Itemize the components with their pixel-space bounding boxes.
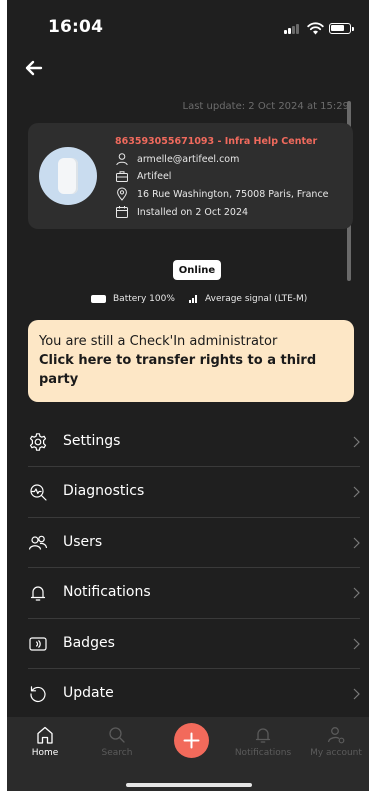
phone-screen: 16:04 Last update: 2 Oct 2024 at 15:29 8… bbox=[7, 0, 369, 791]
search-icon bbox=[109, 727, 125, 743]
wifi-icon bbox=[307, 22, 324, 35]
menu-item-diagnostics[interactable]: Diagnostics bbox=[28, 467, 360, 518]
users-icon bbox=[28, 535, 48, 550]
device-installed-date: Installed on 2 Oct 2024 bbox=[137, 206, 249, 218]
bell-icon bbox=[255, 728, 271, 743]
diagnostics-icon bbox=[30, 484, 47, 501]
cellular-signal-icon bbox=[284, 24, 302, 34]
transfer-admin-rights-banner[interactable]: You are still a Check'In administrator C… bbox=[28, 320, 354, 402]
device-title: 863593055671093 - Infra Help Center bbox=[115, 136, 318, 147]
calendar-icon bbox=[116, 206, 128, 218]
chevron-right-icon bbox=[353, 537, 360, 549]
battery-icon bbox=[91, 295, 106, 303]
menu-label-update: Update bbox=[63, 684, 114, 701]
device-address: 16 Rue Washington, 75008 Paris, France bbox=[137, 188, 329, 200]
menu-item-users[interactable]: Users bbox=[28, 518, 360, 569]
online-status-badge: Online bbox=[173, 260, 221, 280]
badge-icon bbox=[29, 636, 47, 651]
tab-home-label: Home bbox=[31, 748, 59, 758]
device-email: armelle@artifeel.com bbox=[137, 153, 240, 165]
device-menu: Settings Diagnostics Users Notifications… bbox=[28, 417, 360, 719]
chevron-right-icon bbox=[353, 587, 360, 599]
signal-bars-icon bbox=[189, 295, 199, 303]
tab-notifications-label: Notifications bbox=[234, 748, 292, 758]
signal-strength: Average signal (LTE-M) bbox=[205, 294, 308, 304]
menu-item-badges[interactable]: Badges bbox=[28, 619, 360, 669]
device-email-row: armelle@artifeel.com bbox=[115, 152, 239, 166]
menu-label-notifications: Notifications bbox=[63, 584, 151, 601]
menu-label-diagnostics: Diagnostics bbox=[63, 483, 145, 500]
device-image bbox=[39, 147, 97, 205]
device-company: Artifeel bbox=[137, 170, 172, 182]
user-icon bbox=[116, 153, 128, 166]
menu-label-users: Users bbox=[63, 533, 103, 550]
admin-banner-message: You are still a Check'In administrator bbox=[39, 334, 278, 349]
tab-search[interactable]: Search bbox=[87, 725, 147, 758]
last-update-text: Last update: 2 Oct 2024 at 15:29 bbox=[182, 101, 349, 112]
device-installed-row: Installed on 2 Oct 2024 bbox=[115, 205, 248, 219]
menu-item-settings[interactable]: Settings bbox=[28, 417, 360, 468]
device-address-row: 16 Rue Washington, 75008 Paris, France bbox=[115, 187, 329, 201]
bottom-tab-bar: Home Search Notifications My account bbox=[7, 717, 369, 791]
tab-home[interactable]: Home bbox=[15, 725, 75, 758]
battery-status-icon bbox=[329, 23, 354, 34]
bell-icon bbox=[30, 586, 46, 601]
menu-item-update[interactable]: Update bbox=[28, 669, 360, 719]
back-arrow-icon[interactable] bbox=[21, 56, 47, 80]
transfer-rights-link[interactable]: Click here to transfer rights to a third… bbox=[39, 351, 344, 389]
tab-my-account[interactable]: My account bbox=[306, 725, 366, 758]
tab-my-account-label: My account bbox=[310, 748, 362, 758]
home-icon bbox=[37, 726, 53, 744]
gear-icon bbox=[29, 433, 47, 451]
tab-notifications[interactable]: Notifications bbox=[233, 725, 293, 758]
status-bar: 16:04 bbox=[7, 0, 369, 54]
status-time: 16:04 bbox=[48, 17, 104, 37]
device-company-row: Artifeel bbox=[115, 169, 171, 183]
chevron-right-icon bbox=[353, 436, 360, 448]
menu-label-settings: Settings bbox=[63, 433, 121, 449]
briefcase-icon bbox=[116, 171, 128, 182]
location-pin-icon bbox=[117, 187, 127, 201]
device-card: 863593055671093 - Infra Help Center arme… bbox=[28, 123, 353, 229]
menu-item-notifications[interactable]: Notifications bbox=[28, 568, 360, 619]
chevron-right-icon bbox=[353, 486, 360, 498]
account-icon bbox=[327, 727, 345, 744]
plus-icon bbox=[183, 732, 200, 749]
tab-search-label: Search bbox=[101, 748, 133, 758]
device-meta-row: Battery 100% Average signal (LTE-M) bbox=[7, 294, 369, 306]
menu-label-badges: Badges bbox=[63, 634, 115, 651]
chevron-right-icon bbox=[353, 688, 360, 700]
battery-level: Battery 100% bbox=[113, 294, 175, 304]
update-icon bbox=[30, 686, 46, 702]
chevron-right-icon bbox=[353, 638, 360, 649]
add-button[interactable] bbox=[174, 723, 209, 758]
home-indicator[interactable] bbox=[126, 783, 252, 787]
